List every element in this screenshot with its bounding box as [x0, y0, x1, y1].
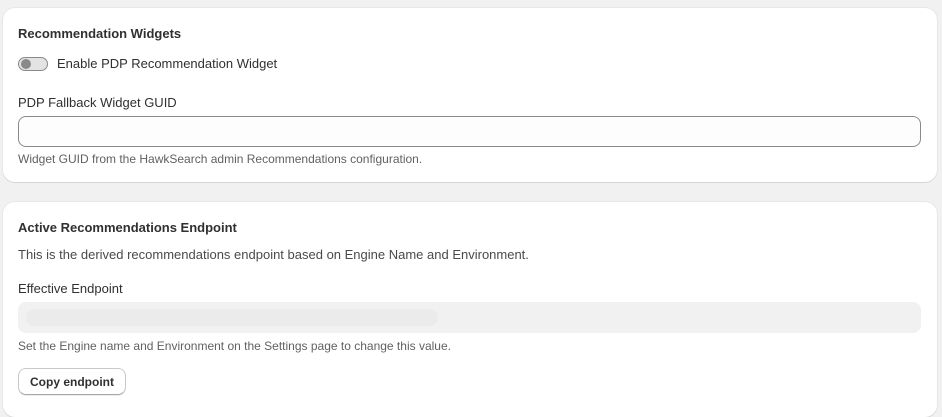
card-title: Recommendation Widgets — [18, 26, 182, 41]
copy-endpoint-button[interactable]: Copy endpoint — [18, 368, 126, 395]
endpoint-loading-skeleton — [26, 309, 438, 326]
fallback-guid-input[interactable] — [18, 116, 921, 147]
enable-pdp-widget-toggle[interactable] — [18, 56, 48, 71]
fallback-guid-label: PDP Fallback Widget GUID — [18, 95, 177, 110]
effective-endpoint-label: Effective Endpoint — [18, 281, 123, 296]
card-title: Active Recommendations Endpoint — [18, 220, 237, 235]
effective-endpoint-field — [18, 302, 921, 333]
toggle-label: Enable PDP Recommendation Widget — [57, 56, 278, 71]
fallback-guid-help: Widget GUID from the HawkSearch admin Re… — [18, 152, 423, 166]
endpoint-description: This is the derived recommendations endp… — [18, 247, 529, 262]
recommendation-widgets-card: Recommendation Widgets Enable PDP Recomm… — [3, 8, 937, 182]
active-endpoint-card: Active Recommendations Endpoint This is … — [3, 202, 937, 417]
enable-pdp-widget-toggle-row[interactable]: Enable PDP Recommendation Widget — [18, 56, 277, 71]
effective-endpoint-help: Set the Engine name and Environment on t… — [18, 339, 451, 353]
toggle-knob — [21, 58, 31, 69]
